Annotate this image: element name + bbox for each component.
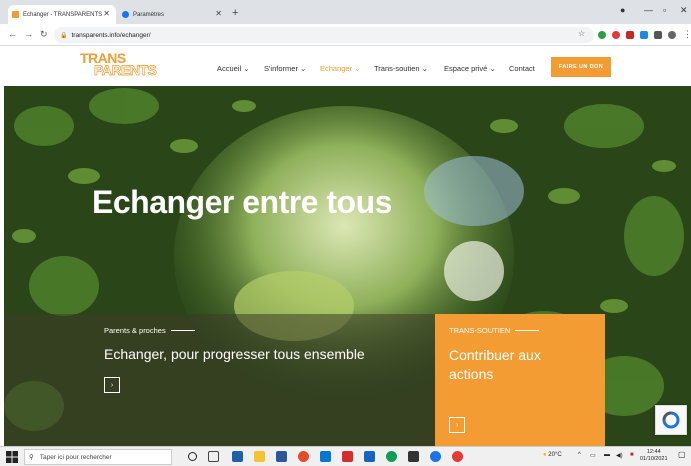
- site-logo[interactable]: TRANS PARENTS: [80, 51, 158, 78]
- address-bar-row: ← → ↻ 🔒 transparents.info/echanger/ ☆ ⋮: [0, 24, 691, 46]
- clock-time: 12:44: [646, 449, 661, 455]
- menu-sinformer[interactable]: S'informer ⌄: [264, 64, 306, 73]
- chevron-down-icon: ⌄: [421, 64, 428, 73]
- hero-title: Echanger entre tous: [92, 184, 392, 220]
- card-trans-soutien[interactable]: TRANS-SOUTIEN Contribuer aux actions ›: [435, 314, 605, 446]
- search-placeholder: Taper ici pour rechercher: [39, 453, 112, 461]
- system-clock[interactable]: 12:44 01/10/2021: [640, 449, 668, 463]
- acrobat-icon[interactable]: [342, 451, 353, 462]
- store-icon[interactable]: [408, 451, 419, 462]
- sun-icon: ●: [543, 452, 547, 458]
- tab-title: Echanger - TRANSPARENTS: [23, 11, 103, 18]
- minimize-button[interactable]: —: [644, 5, 653, 15]
- weather-text: 20°C: [548, 452, 562, 458]
- new-tab-button[interactable]: +: [232, 7, 238, 19]
- arrow-right-icon[interactable]: ›: [449, 417, 465, 433]
- url-text: transparents.info/echanger/: [71, 31, 151, 39]
- extension-icon[interactable]: [598, 31, 606, 39]
- recaptcha-badge[interactable]: [655, 405, 687, 435]
- taskbar-search-input[interactable]: ⚲ Taper ici pour rechercher: [24, 449, 172, 465]
- recaptcha-icon: [662, 411, 680, 429]
- weather-widget[interactable]: ● 20°C: [543, 452, 562, 458]
- donate-button[interactable]: FAIRE UN DON: [551, 57, 611, 77]
- extension-icon[interactable]: [612, 31, 620, 39]
- back-icon[interactable]: ←: [8, 29, 17, 39]
- more-menu-icon[interactable]: ⋮: [683, 29, 691, 40]
- eyebrow-text: TRANS-SOUTIEN: [449, 326, 511, 335]
- file-explorer-icon[interactable]: [254, 451, 265, 462]
- chevron-down-icon: ⌄: [243, 64, 250, 73]
- chevron-down-icon: ⌄: [489, 64, 496, 73]
- outlook-icon[interactable]: [320, 451, 331, 462]
- search-icon: ⚲: [29, 454, 34, 461]
- logo-line2: PARENTS: [94, 62, 158, 78]
- menu-label: Trans-soutien: [374, 64, 420, 73]
- tray-chevron-up-icon[interactable]: ^: [578, 452, 581, 458]
- tab-title: Paramètres: [133, 11, 165, 18]
- network-icon[interactable]: ▭: [590, 452, 596, 459]
- cortana-icon[interactable]: [188, 452, 197, 461]
- card-title: Contribuer aux actions: [449, 346, 541, 384]
- eyebrow-text: Parents & proches: [104, 326, 166, 335]
- account-icon[interactable]: [668, 31, 676, 39]
- close-tab-icon[interactable]: ✕: [103, 9, 110, 18]
- menu-trans-soutien[interactable]: Trans-soutien ⌄: [374, 64, 428, 73]
- clock-date: 01/10/2021: [640, 456, 668, 462]
- menu-accueil[interactable]: Accueil ⌄: [217, 64, 250, 73]
- close-window-button[interactable]: ✕: [680, 5, 688, 16]
- tab-echanger[interactable]: Echanger - TRANSPARENTS ✕: [8, 5, 116, 24]
- menu-label: S'informer: [264, 64, 298, 73]
- lock-icon: 🔒: [60, 32, 68, 39]
- card-title-line1: Contribuer aux: [449, 347, 541, 363]
- menu-contact[interactable]: Contact: [509, 64, 535, 73]
- mail-icon[interactable]: [364, 451, 375, 462]
- menu-label: Espace privé: [444, 64, 488, 73]
- bookmark-star-icon[interactable]: ☆: [578, 29, 585, 38]
- arrow-right-icon[interactable]: ›: [104, 377, 120, 393]
- windows-start-icon[interactable]: [6, 451, 18, 463]
- menu-label: Echanger: [320, 64, 353, 73]
- app-icon[interactable]: [452, 451, 463, 462]
- site-header: TRANS PARENTS Accueil ⌄ S'informer ⌄ Ech…: [0, 46, 691, 88]
- extension-icon[interactable]: [626, 31, 634, 39]
- profile-icon[interactable]: ●: [620, 5, 625, 15]
- divider: [170, 330, 195, 331]
- edge-icon[interactable]: [386, 451, 397, 462]
- menu-label: Contact: [509, 64, 535, 73]
- extensions-puzzle-icon[interactable]: [654, 31, 662, 39]
- tab-parametres[interactable]: Paramètres ✕: [116, 5, 228, 24]
- settings-gear-icon: [122, 11, 129, 18]
- menu-label: Accueil: [217, 64, 242, 73]
- notification-app-icon[interactable]: ■: [630, 452, 634, 458]
- task-view-icon[interactable]: [208, 451, 219, 462]
- divider: [515, 330, 540, 331]
- card-parents-proches[interactable]: Parents & proches Echanger, pour progres…: [4, 314, 435, 446]
- chevron-down-icon: ⌄: [300, 64, 307, 73]
- card-title: Echanger, pour progresser tous ensemble: [104, 346, 365, 362]
- transparents-favicon-icon: [12, 11, 19, 18]
- volume-icon[interactable]: ◀): [616, 452, 623, 459]
- chevron-down-icon: ⌄: [354, 64, 361, 73]
- hero-banner: Echanger entre tous Parents & proches Ec…: [4, 86, 691, 446]
- word-icon[interactable]: [276, 451, 287, 462]
- menu-espace-prive[interactable]: Espace privé ⌄: [444, 64, 496, 73]
- extension-icon[interactable]: [640, 31, 648, 39]
- windows-taskbar: ⚲ Taper ici pour rechercher ● 20°C ^ ▭ ▬…: [0, 446, 691, 466]
- close-tab-icon[interactable]: ✕: [215, 9, 222, 18]
- url-input[interactable]: 🔒 transparents.info/echanger/: [54, 27, 594, 43]
- card-title-line2: actions: [449, 366, 494, 382]
- chrome-icon[interactable]: [298, 451, 309, 462]
- forward-icon[interactable]: →: [24, 29, 33, 39]
- app-icon[interactable]: [430, 451, 441, 462]
- menu-echanger[interactable]: Echanger ⌄: [320, 64, 361, 73]
- action-center-icon[interactable]: ▢: [678, 450, 686, 459]
- app-icon[interactable]: [232, 451, 243, 462]
- browser-tab-bar: Echanger - TRANSPARENTS ✕ Paramètres ✕ +…: [0, 0, 691, 24]
- card-eyebrow: Parents & proches: [104, 326, 195, 335]
- battery-icon[interactable]: ▬: [604, 452, 610, 458]
- maximize-button[interactable]: ▫: [663, 5, 666, 15]
- card-eyebrow: TRANS-SOUTIEN: [449, 326, 540, 335]
- reload-icon[interactable]: ↻: [40, 29, 48, 40]
